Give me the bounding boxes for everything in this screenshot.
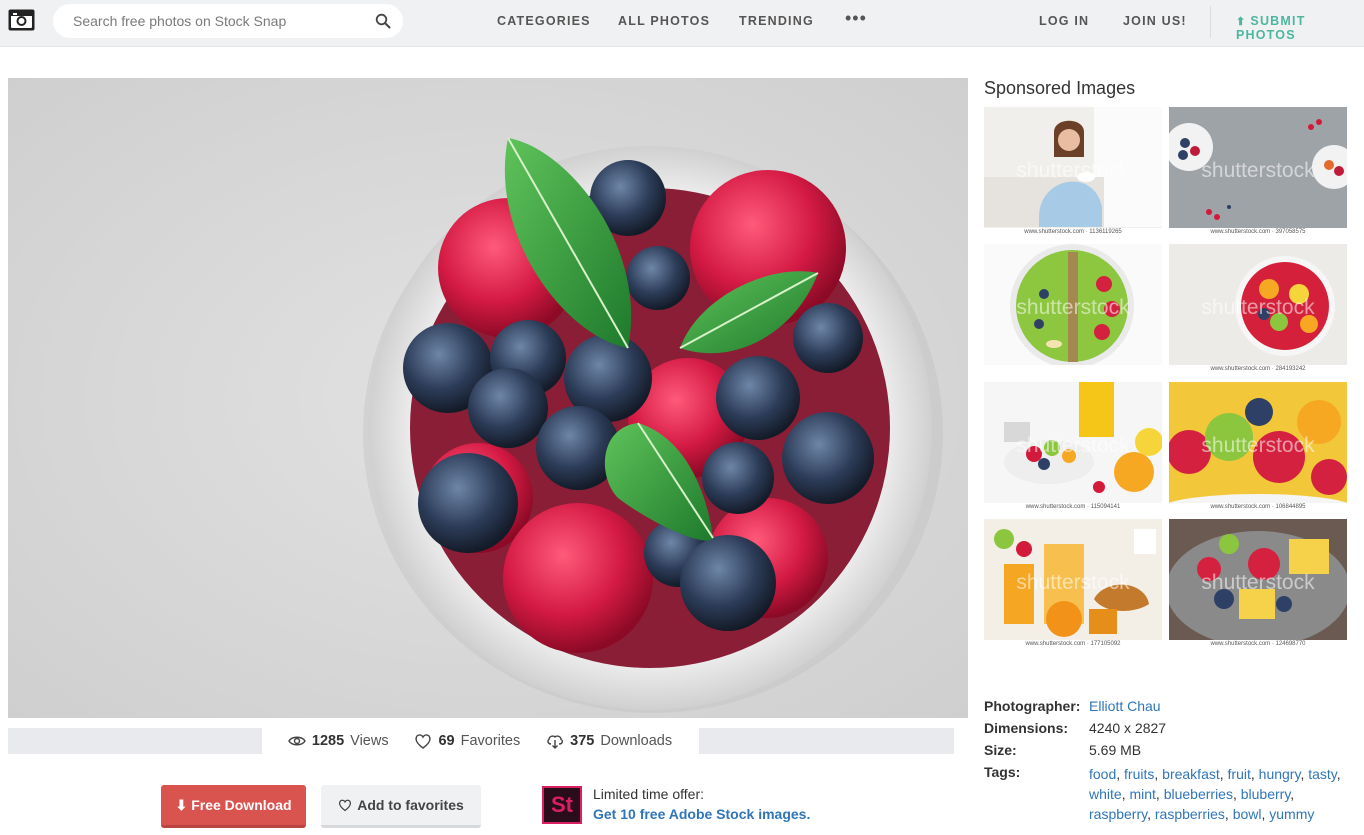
shutterstock-watermark: shutterstock — [1016, 296, 1130, 319]
tag-link[interactable]: food — [1089, 766, 1116, 782]
login-link[interactable]: LOG IN — [1039, 14, 1089, 28]
sponsored-thumb[interactable]: shutterstock www.shutterstock.com · 2841… — [1169, 244, 1347, 374]
top-nav-bar: CATEGORIES ALL PHOTOS TRENDING ••• LOG I… — [0, 0, 1364, 47]
thumb-caption: www.shutterstock.com · 115094141 — [984, 503, 1162, 512]
tag-separator: , — [1154, 766, 1163, 782]
nav-trending[interactable]: TRENDING — [739, 14, 814, 28]
sponsored-thumb[interactable]: shutterstock www.shutterstock.com · 3970… — [1169, 107, 1347, 237]
thumb-caption: www.shutterstock.com · 106844895 — [1169, 503, 1347, 512]
tag-link[interactable]: raspberries — [1155, 806, 1225, 822]
tag-separator: , — [1116, 766, 1125, 782]
stats-bar-left — [8, 728, 262, 754]
views-count: 1285 — [311, 733, 345, 749]
heart-icon — [415, 734, 432, 749]
tag-separator: , — [1219, 766, 1228, 782]
tag-link[interactable]: bluberry — [1241, 786, 1291, 802]
berries-bowl-image — [8, 78, 968, 718]
sponsored-thumb[interactable]: shutterstock www.shutterstock.com · 1771… — [984, 519, 1162, 649]
shutterstock-watermark: shutterstock — [1016, 571, 1130, 594]
thumb-caption: www.shutterstock.com · 397058575 — [1169, 228, 1347, 237]
dimensions-value: 4240 x 2827 — [1089, 720, 1167, 736]
tag-separator: , — [1250, 766, 1259, 782]
sponsored-thumb[interactable]: shutterstock www.shutterstock.com · 1068… — [1169, 382, 1347, 512]
shutterstock-watermark: shutterstock — [1016, 434, 1130, 457]
tag-separator: , — [1147, 806, 1155, 822]
submit-photos-link[interactable]: ⬆ SUBMIT PHOTOS — [1236, 14, 1364, 42]
search-input[interactable] — [73, 12, 363, 30]
tags-label: Tags: — [984, 764, 1021, 780]
tag-separator: , — [1290, 786, 1295, 802]
shutterstock-watermark: shutterstock — [1201, 571, 1315, 594]
size-label: Size: — [984, 742, 1017, 758]
nav-all-photos[interactable]: ALL PHOTOS — [618, 14, 710, 28]
download-icon: ⬇ — [175, 796, 188, 813]
tag-separator: , — [1232, 786, 1241, 802]
tag-link[interactable]: mint — [1129, 786, 1155, 802]
search-icon[interactable] — [375, 13, 391, 29]
free-download-label: Free Download — [191, 797, 292, 813]
photographer-link[interactable]: Elliott Chau — [1089, 698, 1161, 714]
adobe-offer-link[interactable]: Get 10 free Adobe Stock images. — [593, 806, 810, 822]
downloads-count: 375 — [570, 733, 595, 749]
tag-link[interactable]: fruit — [1228, 766, 1251, 782]
cloud-download-icon — [547, 735, 564, 749]
free-download-button[interactable]: ⬇ Free Download — [161, 785, 306, 828]
thumb-caption: www.shutterstock.com · 284193242 — [1169, 365, 1347, 374]
tag-separator: , — [1224, 806, 1233, 822]
sponsored-thumb[interactable]: shutterstock www.shutterstock.com · 1246… — [1169, 519, 1347, 649]
tag-separator: , — [1155, 786, 1164, 802]
downloads-stat: 375 Downloads — [546, 732, 672, 750]
search-bar — [53, 4, 403, 38]
tag-link[interactable]: blueberries — [1164, 786, 1233, 802]
tag-link[interactable]: white — [1089, 786, 1122, 802]
tag-link[interactable]: raspberry — [1089, 806, 1147, 822]
shutterstock-watermark: shutterstock — [1201, 296, 1315, 319]
tag-list: food, fruits, breakfast, fruit, hungry, … — [1089, 764, 1354, 824]
adobe-stock-logo[interactable]: St — [542, 786, 582, 824]
dimensions-label: Dimensions: — [984, 720, 1069, 736]
favorites-label: Favorites — [460, 733, 521, 749]
photographer-label: Photographer: — [984, 698, 1081, 714]
join-link[interactable]: JOIN US! — [1123, 14, 1187, 28]
favorites-stat: 69 Favorites — [414, 732, 520, 750]
offer-text: Limited time offer: — [593, 786, 705, 802]
main-photo[interactable] — [8, 78, 968, 718]
shutterstock-watermark: shutterstock — [1201, 434, 1315, 457]
thumb-caption: www.shutterstock.com · 177105092 — [984, 640, 1162, 649]
upload-icon: ⬆ — [1236, 16, 1247, 28]
more-menu-icon[interactable]: ••• — [845, 8, 867, 29]
camera-logo-icon[interactable] — [8, 9, 35, 31]
add-to-favorites-label: Add to favorites — [357, 797, 464, 813]
photo-stats: 1285 Views 69 Favorites 375 Downloads — [262, 728, 698, 754]
add-to-favorites-button[interactable]: Add to favorites — [321, 785, 481, 828]
header-divider — [1210, 6, 1211, 38]
views-label: Views — [350, 733, 389, 749]
shutterstock-watermark: shutterstock — [1201, 159, 1315, 182]
tag-link[interactable]: breakfast — [1162, 766, 1220, 782]
tag-link[interactable]: tasty — [1308, 766, 1337, 782]
shutterstock-watermark: shutterstock — [1016, 159, 1130, 182]
tag-link[interactable]: fruits — [1124, 766, 1154, 782]
nav-categories[interactable]: CATEGORIES — [497, 14, 591, 28]
tag-separator: , — [1336, 766, 1341, 782]
heart-outline-icon — [339, 799, 352, 812]
tag-link[interactable]: yummy — [1269, 806, 1314, 822]
sponsored-thumb[interactable]: shutterstock — [984, 244, 1162, 374]
views-stat: 1285 Views — [288, 732, 389, 750]
submit-photos-label: SUBMIT PHOTOS — [1236, 14, 1306, 42]
thumb-caption: www.shutterstock.com · 124698770 — [1169, 640, 1347, 649]
downloads-label: Downloads — [600, 733, 673, 749]
size-value: 5.69 MB — [1089, 742, 1142, 758]
eye-icon — [288, 736, 306, 746]
stats-bar-right — [699, 728, 954, 754]
sponsored-images-title: Sponsored Images — [984, 78, 1136, 98]
sponsored-thumb[interactable]: shutterstock www.shutterstock.com · 1150… — [984, 382, 1162, 512]
tag-link[interactable]: bowl — [1233, 806, 1262, 822]
thumb-caption: www.shutterstock.com · 1136119265 — [984, 228, 1162, 237]
tag-link[interactable]: hungry — [1259, 766, 1301, 782]
favorites-count: 69 — [438, 733, 455, 749]
sponsored-thumb[interactable]: shutterstock www.shutterstock.com · 1136… — [984, 107, 1162, 237]
thumb-caption — [984, 365, 1162, 374]
